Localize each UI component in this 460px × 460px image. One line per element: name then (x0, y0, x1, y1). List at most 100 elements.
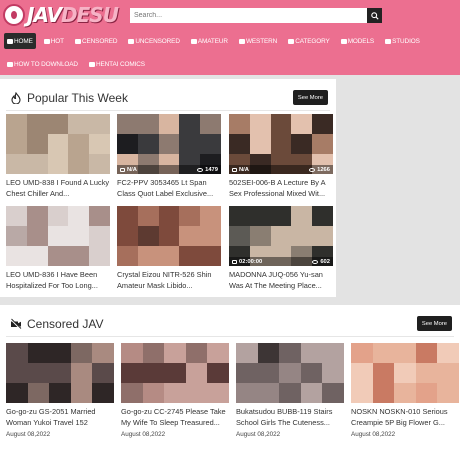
views-text: 1479 (205, 166, 218, 173)
video-date: August 08,2022 (236, 431, 281, 438)
duration-text: N/A (127, 166, 137, 173)
video-date: August 08,2022 (121, 431, 166, 438)
thumbnail-image (121, 343, 229, 403)
video-title[interactable]: 502SEI-006-B A Lecture By A Sex Professi… (229, 178, 333, 199)
popular-section-header: Popular This Week See More (6, 85, 330, 111)
views-text: 602 (320, 258, 330, 265)
thumbnail-image (236, 343, 344, 403)
nav-item-western[interactable]: WESTERN (236, 33, 280, 49)
video-thumbnail[interactable]: N/A 1479 (117, 114, 221, 174)
thumbnail-overlay: N/A 1266 (229, 165, 333, 174)
nav-item-hentai-comics[interactable]: HENTAI COMICS (86, 56, 148, 72)
video-title[interactable]: Go-go-zu GS-2051 Married Woman Yukoi Tra… (6, 407, 114, 428)
search-button[interactable] (367, 8, 382, 23)
video-card[interactable]: Bukatsudou BUBB-119 Stairs School Girls … (236, 343, 344, 438)
eye-icon (197, 167, 204, 172)
video-title[interactable]: NOSKN NOSKN-010 Serious Creampie 5P Big … (351, 407, 459, 428)
help-icon (7, 61, 13, 67)
video-card[interactable]: LEO UMD-836 I Have Been Hospitalized For… (6, 206, 110, 291)
censored-section-header: Censored JAV See More (6, 311, 454, 337)
video-thumbnail[interactable] (121, 343, 229, 403)
see-more-button[interactable]: See More (292, 90, 328, 105)
search-icon (370, 11, 379, 20)
nav-item-uncensored[interactable]: UNCENSORED (125, 33, 182, 49)
thumbnail-image (117, 206, 221, 266)
search-bar (130, 8, 382, 23)
secondary-nav: HOW TO DOWNLOAD HENTAI COMICS (4, 56, 153, 72)
views-text: 1266 (317, 166, 330, 173)
logo-text-accent: DESU (61, 3, 119, 27)
video-title[interactable]: LEO UMD-836 I Have Been Hospitalized For… (6, 270, 110, 291)
video-title[interactable]: FC2-PPV 3053465 Lt Span Class Quot Label… (117, 178, 221, 199)
video-card[interactable]: Crystal Eizou NITR-526 Shin Amateur Mask… (117, 206, 221, 291)
video-date: August 08,2022 (6, 431, 51, 438)
duration-text: N/A (239, 166, 249, 173)
video-title[interactable]: Go-go-zu CC-2745 Please Take My Wife To … (121, 407, 229, 428)
nav-item-models[interactable]: MODELS (338, 33, 377, 49)
thumbnail-overlay: N/A 1479 (117, 165, 221, 174)
popular-section: Popular This Week See More LEO UMD-838 I… (0, 79, 336, 297)
see-more-button[interactable]: See More (416, 316, 452, 331)
thumbnail-image (6, 206, 110, 266)
nav-item-how-to-download[interactable]: HOW TO DOWNLOAD (4, 56, 81, 72)
nav-item-label: HOME (14, 37, 33, 45)
views-label: 1479 (197, 167, 218, 173)
video-date: August 08,2022 (351, 431, 396, 438)
nav-item-category[interactable]: CATEGORY (285, 33, 332, 49)
nav-item-label: UNCENSORED (135, 37, 180, 45)
video-card[interactable]: Go-go-zu GS-2051 Married Woman Yukoi Tra… (6, 343, 114, 438)
search-input[interactable] (130, 8, 367, 23)
nav-item-hot[interactable]: HOT (41, 33, 67, 49)
thumbnail-image (351, 343, 459, 403)
views-label: 1266 (309, 167, 330, 173)
book-icon (88, 61, 95, 67)
nav-item-label: AMATEUR (197, 37, 228, 45)
nav-item-label: CATEGORY (295, 37, 330, 45)
nav-item-censored[interactable]: CENSORED (72, 33, 120, 49)
folder-icon (288, 38, 295, 44)
site-logo[interactable]: JAVDESU (3, 2, 119, 28)
video-card[interactable]: NOSKN NOSKN-010 Serious Creampie 5P Big … (351, 343, 459, 438)
site-header: JAVDESU HOME HOT CENSORED UNCENSORED AMATEUR… (0, 0, 460, 75)
duration-label: 02:00:00 (232, 259, 262, 265)
video-card[interactable]: Go-go-zu CC-2745 Please Take My Wife To … (121, 343, 229, 438)
video-card[interactable]: 02:00:00 602 MADONNA JUQ-056 Yu-san Was At… (229, 206, 333, 291)
video-card[interactable]: N/A 1479 FC2-PPV 3053465 Lt Span Class Quo… (117, 114, 221, 199)
models-icon (340, 38, 347, 44)
video-card[interactable]: LEO UMD-838 I Found A Lucky Chest Chille… (6, 114, 110, 199)
fire-icon (11, 91, 21, 104)
video-title[interactable]: LEO UMD-838 I Found A Lucky Chest Chille… (6, 178, 110, 199)
censored-icon (74, 38, 81, 44)
nav-item-label: HOW TO DOWNLOAD (14, 60, 78, 68)
logo-mascot-icon (3, 4, 25, 26)
studio-icon (385, 38, 392, 44)
video-icon (232, 167, 237, 172)
video-card[interactable]: N/A 1266 502SEI-006-B A Lecture By A Sex P… (229, 114, 333, 199)
duration-text: 02:00:00 (239, 258, 263, 265)
video-thumbnail[interactable] (117, 206, 221, 266)
video-thumbnail[interactable] (236, 343, 344, 403)
video-title[interactable]: MADONNA JUQ-056 Yu-san Was At The Meetin… (229, 270, 333, 291)
nav-item-amateur[interactable]: AMATEUR (188, 33, 231, 49)
video-icon (232, 259, 237, 264)
video-thumbnail[interactable]: 02:00:00 602 (229, 206, 333, 266)
censored-section: Censored JAV See More Go-go-zu GS-2051 M… (0, 305, 460, 460)
video-thumbnail[interactable] (351, 343, 459, 403)
thumbnail-overlay: 02:00:00 602 (229, 257, 333, 266)
video-thumbnail[interactable] (6, 343, 114, 403)
uncensored-icon (128, 38, 135, 44)
section-title: Popular This Week (27, 90, 128, 105)
video-thumbnail[interactable] (6, 114, 110, 174)
nav-item-label: WESTERN (245, 37, 278, 45)
nav-item-label: MODELS (347, 37, 375, 45)
nav-item-studios[interactable]: STUDIOS (382, 33, 423, 49)
video-title[interactable]: Crystal Eizou NITR-526 Shin Amateur Mask… (117, 270, 221, 291)
western-icon (238, 38, 245, 44)
nav-item-home[interactable]: HOME (4, 33, 36, 49)
video-thumbnail[interactable]: N/A 1266 (229, 114, 333, 174)
video-icon (120, 167, 125, 172)
video-title[interactable]: Bukatsudou BUBB-119 Stairs School Girls … (236, 407, 344, 428)
thumbnail-image (6, 114, 110, 174)
nav-item-label: STUDIOS (392, 37, 420, 45)
video-thumbnail[interactable] (6, 206, 110, 266)
